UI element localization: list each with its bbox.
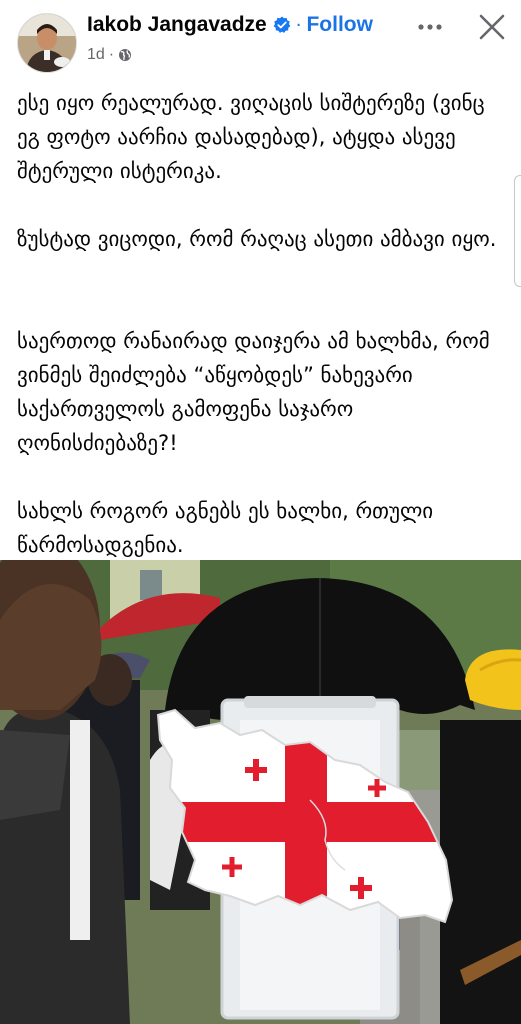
- photo-scene: [0, 560, 521, 1024]
- post-photo[interactable]: [0, 560, 521, 1024]
- globe-icon: [118, 48, 132, 62]
- author-name[interactable]: Iakob Jangavadze: [87, 13, 267, 37]
- follow-button[interactable]: Follow: [306, 13, 373, 37]
- author-row: Iakob Jangavadze · Follow: [87, 13, 373, 37]
- post-paragraph-4: სახლს როგორ აგნებს ეს ხალხი, რთული წარმო…: [17, 499, 434, 557]
- scroll-indicator[interactable]: [514, 175, 521, 287]
- post-paragraph-3: საერთოდ რანაირად დაიჯერა ამ ხალხმა, რომ …: [17, 329, 490, 455]
- post-timestamp[interactable]: 1d: [87, 46, 105, 64]
- separator-dot: ·: [295, 14, 302, 36]
- verified-badge-icon: [273, 16, 291, 34]
- author-avatar[interactable]: [17, 13, 77, 73]
- post-paragraph-2: ზუსტად ვიცოდი, რომ რაღაც ასეთი ამბავი იყ…: [17, 227, 497, 251]
- meta-separator: ·: [108, 46, 115, 63]
- avatar-image: [18, 14, 76, 72]
- more-options-icon[interactable]: [410, 13, 450, 41]
- post-header: Iakob Jangavadze · Follow 1d ·: [0, 0, 521, 80]
- close-icon[interactable]: [476, 11, 508, 43]
- post-meta: 1d ·: [87, 46, 132, 64]
- post-paragraph-1: ესე იყო რეალურად. ვიღაცის სიშტერეზე (ვინ…: [17, 91, 485, 183]
